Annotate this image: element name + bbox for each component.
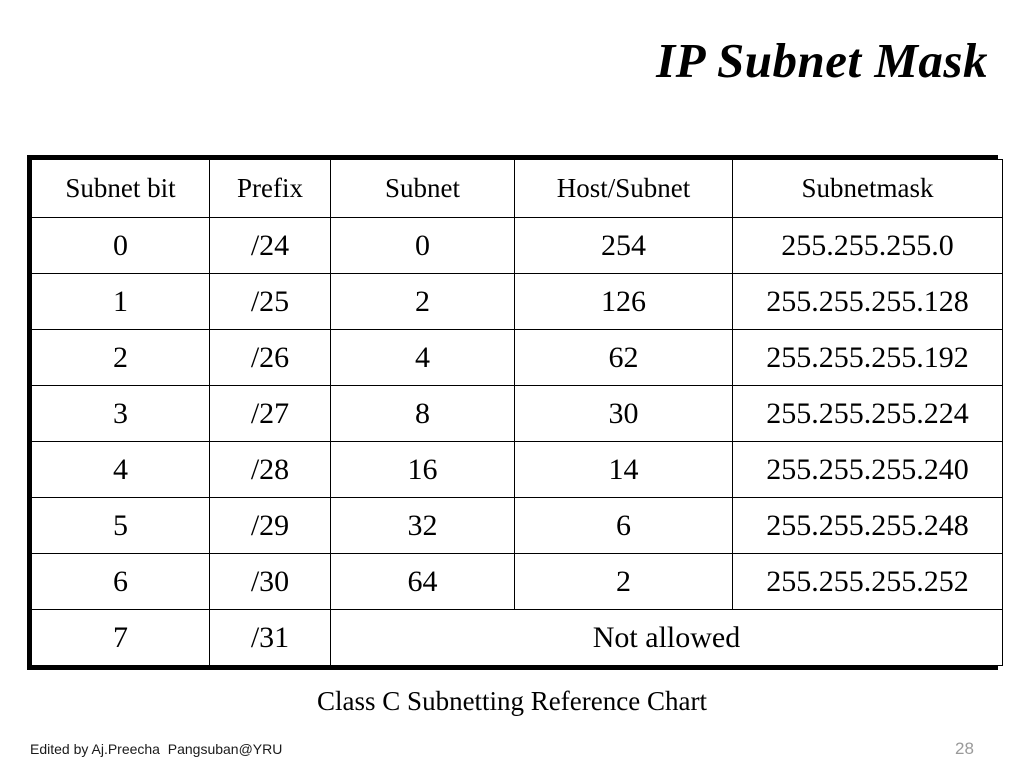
column-header-subnetmask: Subnetmask: [732, 159, 1003, 218]
table-row: 4 /28 16 14 255.255.255.240: [31, 441, 1003, 498]
table-caption: Class C Subnetting Reference Chart: [317, 686, 707, 716]
cell-subnet-bit: 6: [31, 553, 210, 610]
cell-prefix: /26: [209, 329, 331, 386]
cell-subnet: 4: [330, 329, 515, 386]
cell-subnet: 32: [330, 497, 515, 554]
cell-prefix: /31: [209, 609, 331, 666]
cell-prefix: /25: [209, 273, 331, 330]
cell-subnetmask: 255.255.255.224: [732, 385, 1003, 442]
cell-subnet-bit: 3: [31, 385, 210, 442]
cell-subnetmask: 255.255.255.128: [732, 273, 1003, 330]
table-row-not-allowed: 7 /31 Not allowed: [31, 609, 1003, 666]
column-header-prefix: Prefix: [209, 159, 331, 218]
cell-subnet-bit: 2: [31, 329, 210, 386]
slide: IP Subnet Mask Subnet bit Prefix Subnet …: [0, 0, 1024, 768]
page-number: 28: [955, 739, 974, 758]
cell-hosts: 6: [514, 497, 733, 554]
page-title: IP Subnet Mask: [656, 33, 988, 88]
cell-hosts: 30: [514, 385, 733, 442]
cell-prefix: /30: [209, 553, 331, 610]
subnet-reference-table: Subnet bit Prefix Subnet Host/Subnet Sub…: [31, 159, 1003, 666]
cell-subnetmask: 255.255.255.192: [732, 329, 1003, 386]
cell-hosts: 14: [514, 441, 733, 498]
cell-subnetmask: 255.255.255.252: [732, 553, 1003, 610]
cell-hosts: 62: [514, 329, 733, 386]
cell-subnet: 2: [330, 273, 515, 330]
cell-subnet: 8: [330, 385, 515, 442]
cell-subnetmask: 255.255.255.248: [732, 497, 1003, 554]
table-row: 2 /26 4 62 255.255.255.192: [31, 329, 1003, 386]
table-row: 3 /27 8 30 255.255.255.224: [31, 385, 1003, 442]
cell-prefix: /24: [209, 217, 331, 274]
cell-subnet: 0: [330, 217, 515, 274]
cell-prefix: /29: [209, 497, 331, 554]
table-row: 1 /25 2 126 255.255.255.128: [31, 273, 1003, 330]
cell-hosts: 126: [514, 273, 733, 330]
cell-subnet: 16: [330, 441, 515, 498]
cell-subnet-bit: 0: [31, 217, 210, 274]
cell-subnet-bit: 1: [31, 273, 210, 330]
column-header-subnet: Subnet: [330, 159, 515, 218]
cell-subnetmask: 255.255.255.0: [732, 217, 1003, 274]
table-row: 5 /29 32 6 255.255.255.248: [31, 497, 1003, 554]
table-header-row: Subnet bit Prefix Subnet Host/Subnet Sub…: [31, 159, 1003, 218]
column-header-subnet-bit: Subnet bit: [31, 159, 210, 218]
cell-not-allowed-note: Not allowed: [330, 609, 1003, 666]
cell-hosts: 2: [514, 553, 733, 610]
table-row: 6 /30 64 2 255.255.255.252: [31, 553, 1003, 610]
footer-credit: Edited by Aj.Preecha Pangsuban@YRU: [30, 741, 283, 757]
cell-prefix: /28: [209, 441, 331, 498]
cell-subnetmask: 255.255.255.240: [732, 441, 1003, 498]
column-header-host-subnet: Host/Subnet: [514, 159, 733, 218]
cell-subnet-bit: 4: [31, 441, 210, 498]
cell-subnet-bit: 7: [31, 609, 210, 666]
cell-hosts: 254: [514, 217, 733, 274]
cell-subnet: 64: [330, 553, 515, 610]
cell-prefix: /27: [209, 385, 331, 442]
table-row: 0 /24 0 254 255.255.255.0: [31, 217, 1003, 274]
subnet-table-container: Subnet bit Prefix Subnet Host/Subnet Sub…: [27, 155, 1003, 670]
cell-subnet-bit: 5: [31, 497, 210, 554]
